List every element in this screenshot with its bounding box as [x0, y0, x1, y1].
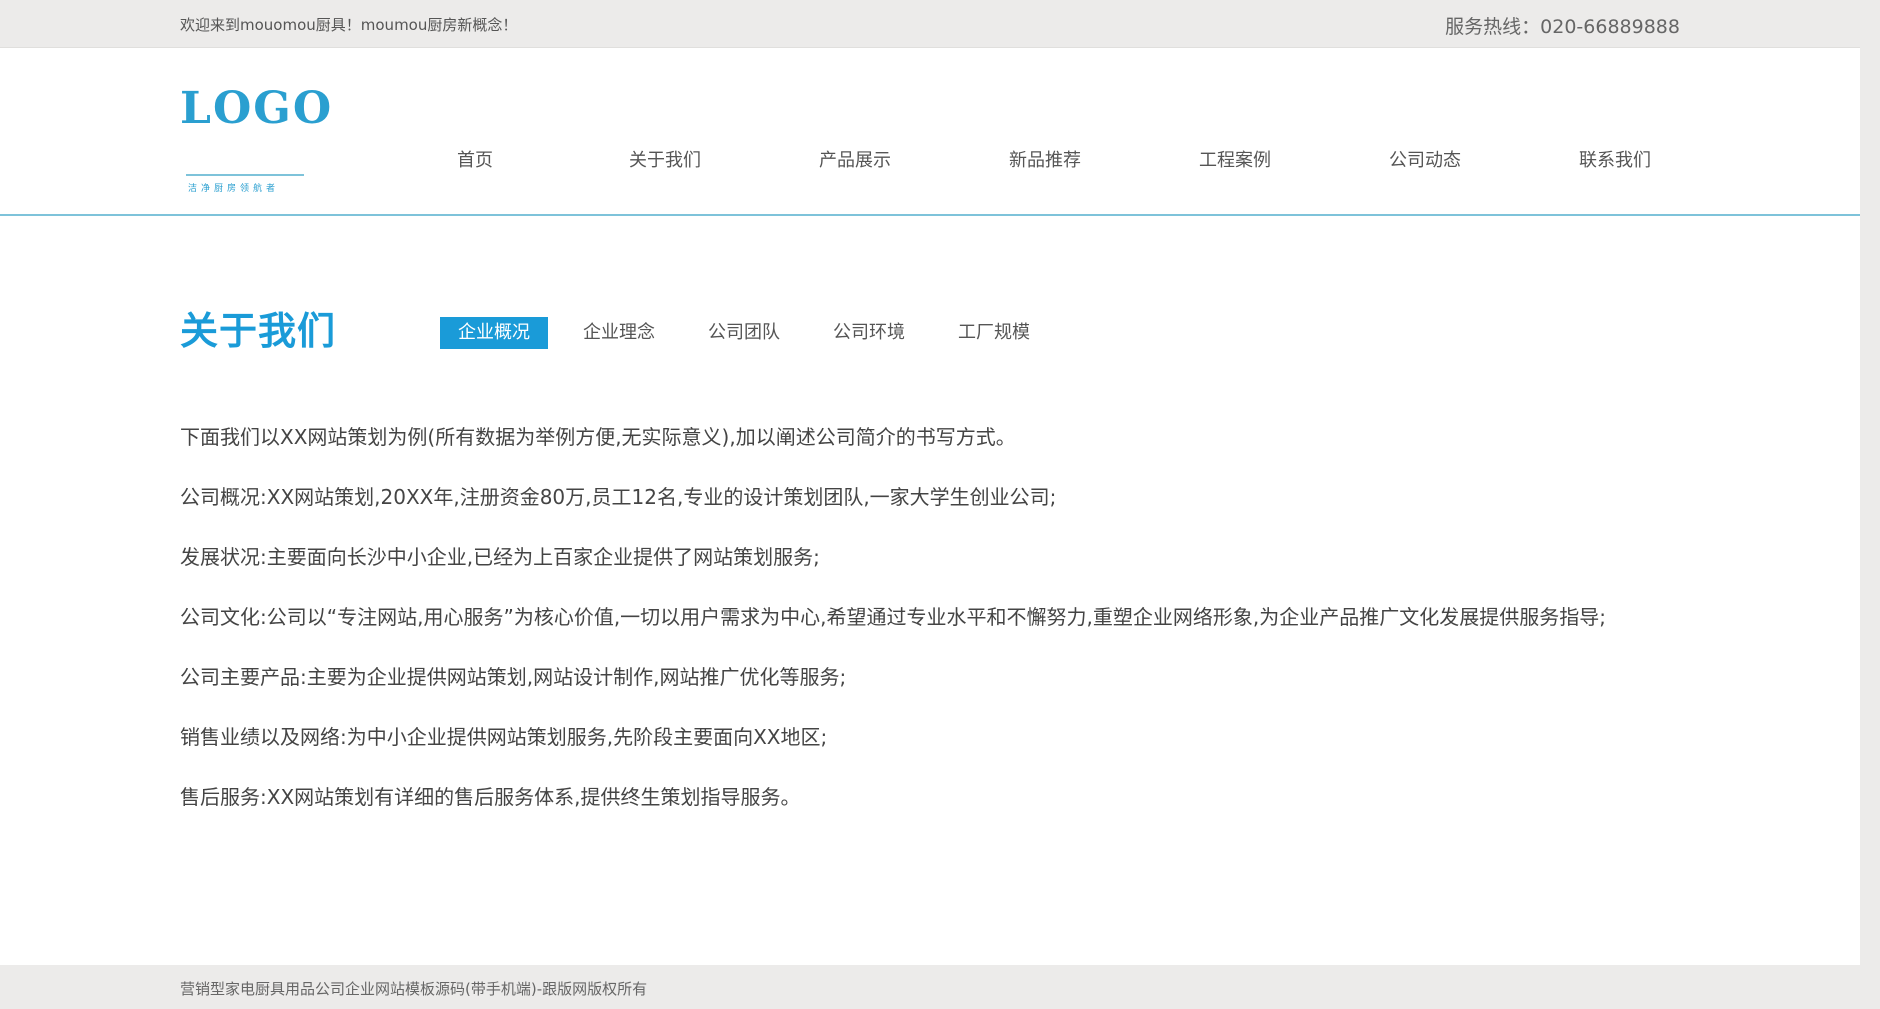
content-paragraph: 下面我们以XX网站策划为例(所有数据为举例方便,无实际意义),加以阐述公司简介的… [180, 425, 1016, 449]
content-paragraph: 销售业绩以及网络:为中小企业提供网站策划服务,先阶段主要面向XX地区; [180, 725, 828, 749]
main-nav: 首页 关于我们 产品展示 新品推荐 工程案例 公司动态 联系我们 [380, 146, 1710, 176]
tab-company-team[interactable]: 公司团队 [690, 317, 798, 349]
site-logo[interactable]: LOGO [180, 83, 334, 178]
section-title: 关于我们 [180, 309, 337, 353]
nav-item-home[interactable]: 首页 [380, 146, 570, 176]
nav-item-cases[interactable]: 工程案例 [1140, 146, 1330, 176]
nav-item-new-products[interactable]: 新品推荐 [950, 146, 1140, 176]
service-hotline: 服务热线：020-66889888 [1445, 16, 1680, 38]
copyright-text: 营销型家电厨具用品公司企业网站模板源码(带手机端)-跟版网版权所有 [180, 980, 648, 998]
sub-nav-tabs: 企业概况 企业理念 公司团队 公司环境 工厂规模 [440, 317, 1065, 349]
page: 欢迎来到mouomou厨具！moumou厨房新概念！ 服务热线：020-6688… [0, 0, 1860, 1009]
content-paragraph: 发展状况:主要面向长沙中小企业,已经为上百家企业提供了网站策划服务; [180, 545, 820, 569]
content-paragraph: 售后服务:XX网站策划有详细的售后服务体系,提供终生策划指导服务。 [180, 785, 801, 809]
content-paragraph: 公司概况:XX网站策划,20XX年,注册资金80万,员工12名,专业的设计策划团… [180, 485, 1057, 509]
tab-company-philosophy[interactable]: 企业理念 [565, 317, 673, 349]
nav-item-products[interactable]: 产品展示 [760, 146, 950, 176]
logo-slogan: 洁净厨房领航者 [188, 184, 280, 194]
site-header: LOGO 洁净厨房领航者 首页 关于我们 产品展示 新品推荐 工程案例 公司动态… [0, 48, 1860, 216]
logo-underline [186, 174, 304, 176]
logo-wordmark: LOGO [180, 83, 334, 134]
nav-item-about[interactable]: 关于我们 [570, 146, 760, 176]
tab-factory-scale[interactable]: 工厂规模 [940, 317, 1048, 349]
welcome-text: 欢迎来到mouomou厨具！moumou厨房新概念！ [180, 16, 518, 34]
site-footer: 营销型家电厨具用品公司企业网站模板源码(带手机端)-跟版网版权所有 [0, 965, 1860, 1009]
about-content: 下面我们以XX网站策划为例(所有数据为举例方便,无实际意义),加以阐述公司简介的… [180, 424, 1700, 844]
content-paragraph: 公司文化:公司以“专注网站,用心服务”为核心价值,一切以用户需求为中心,希望通过… [180, 605, 1606, 629]
content-paragraph: 公司主要产品:主要为企业提供网站策划,网站设计制作,网站推广优化等服务; [180, 665, 847, 689]
nav-item-news[interactable]: 公司动态 [1330, 146, 1520, 176]
scrollbar-track[interactable] [1860, 0, 1880, 1009]
top-bar: 欢迎来到mouomou厨具！moumou厨房新概念！ 服务热线：020-6688… [0, 0, 1860, 48]
nav-item-contact[interactable]: 联系我们 [1520, 146, 1710, 176]
tab-company-overview[interactable]: 企业概况 [440, 317, 548, 349]
tab-company-environment[interactable]: 公司环境 [815, 317, 923, 349]
